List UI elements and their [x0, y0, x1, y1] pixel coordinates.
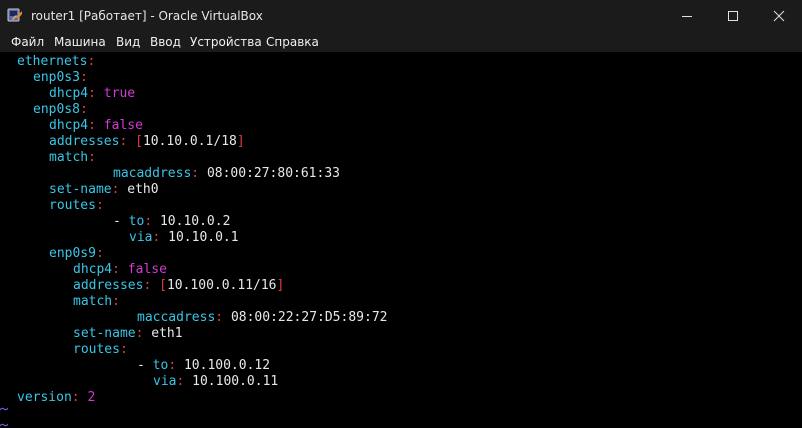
yaml-line: maccadress: 08:00:22:27:D5:89:72: [137, 310, 388, 325]
close-button[interactable]: [756, 0, 802, 32]
yaml-line: set-name: eth1: [73, 326, 183, 341]
yaml-line: match:: [73, 294, 120, 309]
minimize-icon: [682, 16, 692, 17]
yaml-line: dhcp4: false: [49, 118, 143, 133]
yaml-line: set-name: eth0: [49, 182, 159, 197]
yaml-line: via: 10.100.0.11: [153, 374, 279, 389]
yaml-line: enp0s3:: [33, 70, 88, 85]
yaml-line: via: 10.10.0.1: [129, 230, 239, 245]
window-title: router1 [Работает] - Oracle VirtualBox: [31, 9, 263, 23]
close-icon: [773, 10, 785, 22]
yaml-line: match:: [49, 150, 96, 165]
yaml-line: dhcp4: true: [49, 86, 136, 101]
menu-view[interactable]: Вид: [116, 32, 140, 52]
yaml-line: ethernets:: [17, 54, 96, 69]
menu-input[interactable]: Ввод: [150, 32, 181, 52]
menu-devices[interactable]: Устройства: [190, 32, 262, 52]
yaml-line: version: 2: [17, 390, 96, 405]
yaml-line: routes:: [73, 342, 128, 357]
yaml-line: enp0s9:: [49, 246, 104, 261]
title-bar[interactable]: router1 [Работает] - Oracle VirtualBox: [0, 0, 802, 32]
vm-screen[interactable]: ethernets: enp0s3: dhcp4: true enp0s8: d…: [0, 52, 802, 428]
yaml-line: addresses: [10.100.0.11/16]: [73, 278, 285, 293]
yaml-line: dhcp4: false: [73, 262, 167, 277]
minimize-button[interactable]: [664, 0, 710, 32]
maximize-button[interactable]: [710, 0, 756, 32]
virtualbox-window: router1 [Работает] - Oracle VirtualBox Ф…: [0, 0, 802, 428]
yaml-line: - to: 10.10.0.2: [113, 214, 231, 229]
vim-empty-line-marker: [0, 407, 8, 411]
maximize-icon: [728, 11, 738, 21]
yaml-line: - to: 10.100.0.12: [137, 358, 271, 373]
menu-help[interactable]: Справка: [266, 32, 319, 52]
yaml-line: macaddress: 08:00:27:80:61:33: [113, 166, 340, 181]
virtualbox-icon: [7, 7, 23, 23]
yaml-line: enp0s8:: [33, 102, 88, 117]
menu-file[interactable]: Файл: [11, 32, 44, 52]
yaml-line: routes:: [49, 198, 104, 213]
vim-empty-line-marker: [0, 423, 8, 427]
menu-machine[interactable]: Машина: [54, 32, 106, 52]
yaml-line: addresses: [10.10.0.1/18]: [49, 134, 245, 149]
menu-bar: Файл Машина Вид Ввод Устройства Справка: [0, 32, 802, 52]
